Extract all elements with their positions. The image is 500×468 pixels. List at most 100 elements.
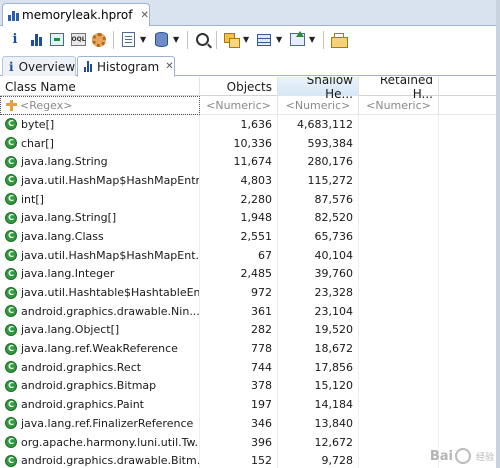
class-name-filter-placeholder: <Regex> [20,99,73,112]
retained-heap-cell [359,171,439,190]
class-name: java.lang.Integer [21,267,115,281]
table-row[interactable]: Cjava.lang.String 11,674 280,176 [0,152,500,172]
column-header-class-name[interactable]: Class Name [0,77,200,96]
table-row[interactable]: Cjava.util.HashMap$HashMapEnt... 67 40,104 [0,245,500,265]
table-row[interactable]: Cbyte[] 1,636 4,683,112 [0,115,500,134]
tab-histogram[interactable]: Histogram ✕ [77,56,175,77]
objects-cell: 67 [200,245,278,265]
table-row[interactable]: Cjava.lang.Class 2,551 65,736 [0,227,500,246]
class-icon: C [5,193,17,206]
group-by-dropdown[interactable]: ▼ [243,31,251,49]
filter-filler [439,96,500,115]
table-row[interactable]: Cjava.lang.Object[] 282 19,520 [0,320,500,340]
table-row[interactable]: Candroid.graphics.Rect 744 17,856 [0,357,500,377]
class-icon: C [5,174,17,187]
columns-dropdown[interactable]: ▼ [276,31,284,49]
shallow-heap-cell: 14,184 [278,395,359,414]
query-browser-dropdown[interactable]: ▼ [173,31,181,49]
histogram-button[interactable] [27,31,45,49]
class-icon: C [5,436,17,449]
close-icon[interactable]: ✕ [140,10,149,21]
query-browser-button[interactable] [152,31,170,49]
class-name-cell: Cbyte[] [0,115,200,134]
overview-info-button[interactable]: i [6,31,24,49]
table-row[interactable]: Cint[] 2,280 87,576 [0,189,500,209]
histogram-table: Class Name Objects Shallow He... Retaine… [0,77,500,468]
retained-heap-cell [359,152,439,172]
shallow-heap-cell: 15,120 [278,376,359,396]
shallow-heap-cell: 280,176 [278,152,359,172]
reports-dropdown[interactable]: ▼ [140,31,148,49]
toolbar-separator [323,30,324,49]
class-name: android.graphics.Bitmap [21,379,157,393]
export-button[interactable] [288,31,306,49]
export-icon [289,31,305,46]
group-icon [223,33,240,48]
column-header-retained-heap[interactable]: Retained H... [359,77,439,101]
shallow-heap-cell: 19,520 [278,320,359,340]
reports-button[interactable] [119,31,137,49]
editor-tab-memoryleak[interactable]: memoryleak.hprof ✕ [2,3,150,26]
shallow-heap-cell: 593,384 [278,133,359,153]
tab-overview[interactable]: i Overview [2,56,76,76]
table-row[interactable]: Cjava.util.Hashtable$HashtableEn... 972 23… [0,283,500,302]
class-icon: C [5,286,17,299]
class-name: byte[] [21,117,55,131]
class-icon: C [5,230,17,243]
class-icon: C [5,454,17,467]
histogram-icon [84,61,92,72]
dominator-tree-button[interactable] [48,31,66,49]
class-name-cell: Cjava.lang.String[] [0,208,200,228]
class-name-cell: Cint[] [0,189,200,209]
row-filler [439,320,500,340]
class-name-cell: Candroid.graphics.Rect [0,357,200,377]
shallow-heap-cell: 9,728 [278,451,359,468]
dominator-tree-icon [50,33,64,46]
export-dropdown[interactable]: ▼ [309,31,317,49]
class-icon: C [5,155,17,168]
shallow-heap-cell: 23,104 [278,301,359,321]
columns-button[interactable] [255,31,273,49]
class-icon: C [5,342,17,355]
oql-icon: OQL [70,33,86,46]
objects-cell: 361 [200,301,278,321]
shallow-heap-cell: 4,683,112 [278,115,359,134]
class-name-cell: Cjava.lang.Object[] [0,320,200,340]
find-object-button[interactable] [193,31,211,49]
table-row[interactable]: Cjava.util.HashMap$HashMapEntry 4,803 115,… [0,171,500,190]
column-header-filler [439,77,500,96]
class-name-cell: Candroid.graphics.Paint [0,395,200,414]
watermark-text: Bai [429,448,453,464]
table-row[interactable]: Cchar[] 10,336 593,384 [0,133,500,153]
view-tab-strip: i Overview Histogram ✕ [0,54,500,77]
objects-filter[interactable]: <Numeric> [200,96,278,115]
watermark-suffix: 经验 [475,452,494,463]
top-consumers-button[interactable] [90,31,108,49]
row-filler [439,171,500,190]
column-header-shallow-heap[interactable]: Shallow He... [278,77,359,101]
table-row[interactable]: Cjava.lang.String[] 1,948 82,520 [0,208,500,228]
table-row[interactable]: Candroid.graphics.drawable.Nin... 361 23,1… [0,301,500,321]
table-row[interactable]: Candroid.graphics.Paint 197 14,184 [0,395,500,414]
table-row[interactable]: Cjava.lang.ref.FinalizerReference 346 13,8… [0,414,500,433]
class-name: java.util.Hashtable$HashtableEn... [21,286,200,300]
table-row[interactable]: Candroid.graphics.Bitmap 378 15,120 [0,376,500,396]
class-icon: C [5,398,17,411]
table-row[interactable]: Corg.apache.harmony.luni.util.Tw... 396 12… [0,432,500,452]
close-icon[interactable]: ✕ [165,61,173,72]
table-row[interactable]: Cjava.lang.Integer 2,485 39,760 [0,264,500,284]
table-row[interactable]: Candroid.graphics.drawable.Bitm... 152 9,7… [0,451,500,468]
toolbar: i OQL ▼ ▼ ▼ ▼ ▼ [0,27,500,52]
retained-heap-cell [359,189,439,209]
oql-button[interactable]: OQL [69,31,87,49]
retained-heap-cell [359,451,439,468]
column-header-objects[interactable]: Objects [200,77,278,96]
class-name: android.graphics.drawable.Bitm... [21,454,200,468]
class-name-filter[interactable]: <Regex> [0,96,200,115]
retained-heap-cell [359,264,439,284]
retained-heap-cell [359,414,439,433]
table-row[interactable]: Cjava.lang.ref.WeakReference 778 18,672 [0,339,500,358]
compare-button[interactable] [329,31,348,49]
group-by-button[interactable] [222,31,240,49]
row-filler [439,208,500,228]
